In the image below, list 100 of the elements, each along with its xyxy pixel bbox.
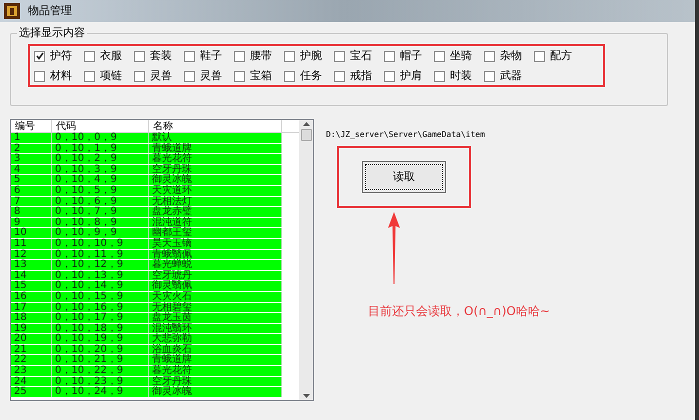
checkbox-label: 鞋子: [200, 48, 222, 64]
table-cell: 0，10，15，9: [52, 292, 149, 302]
table-cell: 22: [11, 355, 52, 366]
table-cell: 混沌道符: [149, 218, 282, 228]
table-cell: 御灵翳佩: [149, 281, 282, 291]
table-cell: 0，10，22，9: [52, 366, 149, 376]
checkbox[interactable]: [134, 50, 145, 62]
checkbox[interactable]: [484, 70, 495, 82]
table-cell: 0，10，1，9: [52, 144, 149, 154]
table-cell: 4: [11, 164, 52, 174]
table-cell: 0，10，10，9: [52, 238, 149, 249]
checkbox-label: 护肩: [400, 68, 422, 84]
table-cell: 25: [11, 387, 52, 397]
checkbox-label: 材料: [50, 68, 72, 84]
table-cell: 混沌翳环: [149, 324, 282, 334]
checkbox[interactable]: [434, 70, 445, 82]
table-cell: 0，10，8，9: [52, 218, 149, 228]
checkbox[interactable]: [334, 70, 345, 82]
table-cell: 16: [11, 292, 52, 302]
table-cell: 暮光花符: [149, 366, 282, 376]
checkbox[interactable]: [234, 50, 245, 62]
table-cell: 浴血炎石: [149, 344, 282, 354]
table-cell: 无相法灯: [149, 196, 282, 206]
table-cell: 0，10，13，9: [52, 270, 149, 280]
table-cell: 0，10，16，9: [52, 302, 149, 312]
table-cell: 0，10，7，9: [52, 207, 149, 217]
checkbox-label: 护腕: [300, 48, 322, 64]
checkbox[interactable]: [184, 50, 195, 62]
table-cell: 御灵冰魄: [149, 175, 282, 185]
checkbox[interactable]: [484, 50, 495, 62]
table-cell: 0，10，9，9: [52, 228, 149, 238]
checkbox-label: 灵兽: [200, 68, 222, 84]
table-cell: 0，10，19，9: [52, 334, 149, 344]
checkbox[interactable]: [334, 50, 345, 62]
table-cell: 暮光蝉蜕: [149, 260, 282, 270]
scroll-up-icon[interactable]: [302, 122, 310, 126]
checkbox[interactable]: [184, 70, 195, 82]
table-cell: 21: [11, 344, 52, 354]
checkbox-label: 杂物: [500, 48, 522, 64]
arrow-annotation-icon: [388, 212, 400, 284]
scrollbar[interactable]: [299, 120, 313, 400]
table-cell: 5: [11, 175, 52, 185]
read-button[interactable]: 读取: [362, 161, 446, 193]
checkbox-label: 腰带: [250, 48, 272, 64]
checkbox[interactable]: [34, 70, 45, 82]
table-cell: 暮光花符: [149, 154, 282, 164]
group-title: 选择显示内容: [17, 26, 87, 40]
column-header[interactable]: 编号: [11, 120, 52, 132]
checkbox[interactable]: [534, 50, 545, 62]
table-cell: 盘龙玉茵: [149, 313, 282, 323]
checkbox[interactable]: [284, 70, 295, 82]
table-cell: 14: [11, 270, 52, 280]
table-cell: 天灾火石: [149, 292, 282, 302]
column-header[interactable]: 代码: [52, 120, 149, 132]
table-cell: 无相碧玺: [149, 302, 282, 312]
table-cell: 0，10，17，9: [52, 313, 149, 323]
checkbox[interactable]: [234, 70, 245, 82]
table-cell: 0，10，3，9: [52, 164, 149, 174]
checkbox[interactable]: [134, 70, 145, 82]
table-cell: 青蛾道牌: [149, 355, 282, 366]
table-cell: 0，10，21，9: [52, 355, 149, 366]
checkbox-label: 时装: [450, 68, 472, 84]
scroll-thumb[interactable]: [300, 129, 312, 141]
table-cell: 0，10，0，9: [52, 133, 149, 143]
window-title: 物品管理: [28, 2, 72, 19]
checkbox[interactable]: [434, 50, 445, 62]
checkbox[interactable]: [384, 70, 395, 82]
checkbox-label: 套装: [150, 48, 172, 64]
table-cell: 18: [11, 313, 52, 323]
checkbox[interactable]: [34, 50, 45, 62]
table-cell: 6: [11, 186, 52, 196]
table-cell: 青蛾道牌: [149, 144, 282, 154]
table-cell: 0，10，11，9: [52, 250, 149, 260]
table-cell: 空牙丹珠: [149, 164, 282, 174]
checkbox[interactable]: [84, 50, 95, 62]
checkbox[interactable]: [84, 70, 95, 82]
table-cell: 青蛾翳佩: [149, 250, 282, 260]
table-cell: 幽都王玺: [149, 228, 282, 238]
checkbox-label: 配方: [550, 48, 572, 64]
table-cell: 9: [11, 218, 52, 228]
table-cell: 24: [11, 376, 52, 386]
table-cell: 御灵冰魄: [149, 387, 282, 397]
table-cell: 盘龙赤璧: [149, 207, 282, 217]
annotation-text: 目前还只会读取，O(∩_∩)O哈哈~: [368, 303, 550, 320]
table-cell: 12: [11, 250, 52, 260]
table-cell: 11: [11, 238, 52, 249]
table-cell: 3: [11, 154, 52, 164]
table-cell: 0，10，23，9: [52, 376, 149, 386]
checkbox-label: 护符: [50, 48, 72, 64]
table-cell: 19: [11, 324, 52, 334]
table-cell: 0，10，6，9: [52, 196, 149, 206]
checkbox[interactable]: [284, 50, 295, 62]
table-cell: 0，10，20，9: [52, 344, 149, 354]
table-cell: 17: [11, 302, 52, 312]
path-label: D:\JZ_server\Server\GameData\item: [326, 129, 486, 141]
checkbox[interactable]: [384, 50, 395, 62]
column-header[interactable]: 名称: [149, 120, 282, 132]
checkbox-label: 宝石: [350, 48, 372, 64]
table-cell: 0，10，5，9: [52, 186, 149, 196]
scroll-down-icon[interactable]: [302, 394, 310, 398]
